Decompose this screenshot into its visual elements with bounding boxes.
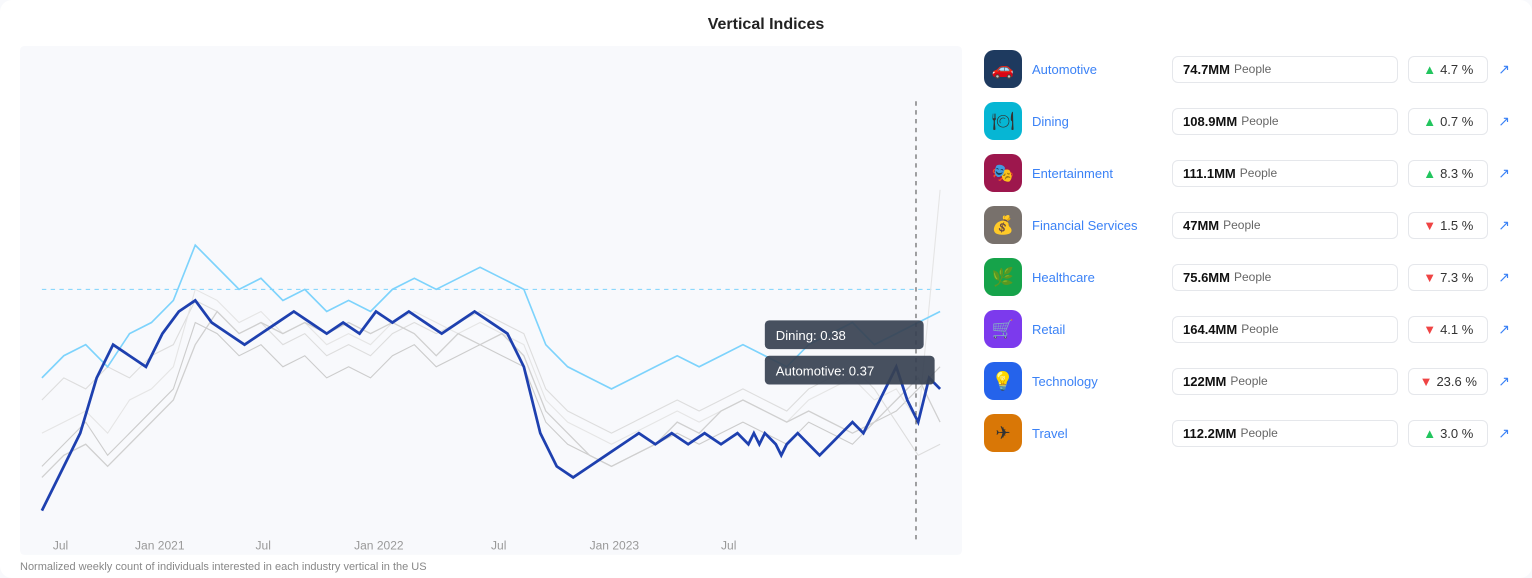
svg-text:Jul: Jul xyxy=(491,538,506,552)
external-link-icon[interactable]: ↗ xyxy=(1498,165,1510,182)
change-value: 23.6 % xyxy=(1436,374,1476,389)
metric-people: People xyxy=(1223,218,1260,232)
svg-text:Jan 2023: Jan 2023 xyxy=(590,538,640,552)
metric-people: People xyxy=(1241,322,1278,336)
industry-icon-dining: 🍽 xyxy=(984,102,1022,140)
sidebar-row: 🌿 Healthcare 75.6MM People ▼ 7.3 % ↗ xyxy=(982,254,1512,300)
change-value: 8.3 % xyxy=(1440,166,1473,181)
industry-link-dining[interactable]: Dining xyxy=(1032,114,1162,129)
metric-box: 164.4MM People xyxy=(1172,316,1398,343)
external-link-icon[interactable]: ↗ xyxy=(1498,61,1510,78)
sidebar-row: 💰 Financial Services 47MM People ▼ 1.5 %… xyxy=(982,202,1512,248)
arrow-down-icon: ▼ xyxy=(1420,374,1433,389)
metric-value: 74.7MM xyxy=(1183,62,1230,77)
change-box: ▼ 23.6 % xyxy=(1408,368,1488,395)
tooltip-dining-label: Dining: 0.38 xyxy=(776,328,846,343)
metric-box: 112.2MM People xyxy=(1172,420,1398,447)
industry-link-automotive[interactable]: Automotive xyxy=(1032,62,1162,77)
metric-box: 47MM People xyxy=(1172,212,1398,239)
external-link-icon[interactable]: ↗ xyxy=(1498,321,1510,338)
arrow-up-icon: ▲ xyxy=(1423,114,1436,129)
metric-people: People xyxy=(1240,166,1277,180)
change-value: 0.7 % xyxy=(1440,114,1473,129)
svg-text:Jan 2022: Jan 2022 xyxy=(354,538,404,552)
change-value: 7.3 % xyxy=(1440,270,1473,285)
change-value: 4.1 % xyxy=(1440,322,1473,337)
metric-value: 164.4MM xyxy=(1183,322,1237,337)
industry-icon-entertainment: 🎭 xyxy=(984,154,1022,192)
metric-box: 122MM People xyxy=(1172,368,1398,395)
metric-value: 47MM xyxy=(1183,218,1219,233)
sidebar: 🚗 Automotive 74.7MM People ▲ 4.7 % ↗ 🍽 D… xyxy=(982,46,1512,573)
industry-link-financial-services[interactable]: Financial Services xyxy=(1032,218,1162,233)
metric-box: 111.1MM People xyxy=(1172,160,1398,187)
main-container: Vertical Indices xyxy=(0,0,1532,578)
svg-text:Jul: Jul xyxy=(721,538,736,552)
sidebar-row: 🛒 Retail 164.4MM People ▼ 4.1 % ↗ xyxy=(982,306,1512,352)
change-box: ▲ 0.7 % xyxy=(1408,108,1488,135)
arrow-up-icon: ▲ xyxy=(1423,166,1436,181)
arrow-up-icon: ▲ xyxy=(1423,426,1436,441)
metric-box: 108.9MM People xyxy=(1172,108,1398,135)
tooltip-automotive: Automotive: 0.37 xyxy=(765,356,935,385)
change-box: ▼ 7.3 % xyxy=(1408,264,1488,291)
external-link-icon[interactable]: ↗ xyxy=(1498,373,1510,390)
metric-value: 111.1MM xyxy=(1183,166,1236,181)
change-box: ▼ 4.1 % xyxy=(1408,316,1488,343)
svg-text:Jul: Jul xyxy=(256,538,271,552)
arrow-down-icon: ▼ xyxy=(1423,218,1436,233)
metric-box: 75.6MM People xyxy=(1172,264,1398,291)
change-value: 3.0 % xyxy=(1440,426,1473,441)
external-link-icon[interactable]: ↗ xyxy=(1498,217,1510,234)
sidebar-row: 🎭 Entertainment 111.1MM People ▲ 8.3 % ↗ xyxy=(982,150,1512,196)
change-value: 4.7 % xyxy=(1440,62,1473,77)
metric-people: People xyxy=(1234,270,1271,284)
change-box: ▲ 8.3 % xyxy=(1408,160,1488,187)
metric-people: People xyxy=(1230,374,1267,388)
external-link-icon[interactable]: ↗ xyxy=(1498,269,1510,286)
change-value: 1.5 % xyxy=(1440,218,1473,233)
sidebar-row: 🚗 Automotive 74.7MM People ▲ 4.7 % ↗ xyxy=(982,46,1512,92)
arrow-down-icon: ▼ xyxy=(1423,270,1436,285)
chart-footnote: Normalized weekly count of individuals i… xyxy=(20,561,962,573)
arrow-up-icon: ▲ xyxy=(1423,62,1436,77)
tooltip-dining: Dining: 0.38 xyxy=(765,320,924,349)
main-content: Dining: 0.38 Automotive: 0.37 Jul Jan 20… xyxy=(20,46,1512,573)
sidebar-row: 🍽 Dining 108.9MM People ▲ 0.7 % ↗ xyxy=(982,98,1512,144)
change-box: ▼ 1.5 % xyxy=(1408,212,1488,239)
metric-value: 112.2MM xyxy=(1183,426,1236,441)
chart-wrapper: Dining: 0.38 Automotive: 0.37 Jul Jan 20… xyxy=(20,46,962,555)
external-link-icon[interactable]: ↗ xyxy=(1498,113,1510,130)
industry-link-retail[interactable]: Retail xyxy=(1032,322,1162,337)
industry-icon-technology: 💡 xyxy=(984,362,1022,400)
change-box: ▲ 3.0 % xyxy=(1408,420,1488,447)
sidebar-row: ✈ Travel 112.2MM People ▲ 3.0 % ↗ xyxy=(982,410,1512,456)
change-box: ▲ 4.7 % xyxy=(1408,56,1488,83)
industry-icon-travel: ✈ xyxy=(984,414,1022,452)
industry-icon-retail: 🛒 xyxy=(984,310,1022,348)
metric-people: People xyxy=(1234,62,1271,76)
industry-link-technology[interactable]: Technology xyxy=(1032,374,1162,389)
industry-link-travel[interactable]: Travel xyxy=(1032,426,1162,441)
industry-link-healthcare[interactable]: Healthcare xyxy=(1032,270,1162,285)
metric-value: 75.6MM xyxy=(1183,270,1230,285)
page-title: Vertical Indices xyxy=(20,16,1512,34)
svg-text:Jan 2021: Jan 2021 xyxy=(135,538,185,552)
sidebar-row: 💡 Technology 122MM People ▼ 23.6 % ↗ xyxy=(982,358,1512,404)
metric-box: 74.7MM People xyxy=(1172,56,1398,83)
industry-icon-healthcare: 🌿 xyxy=(984,258,1022,296)
metric-people: People xyxy=(1240,426,1277,440)
tooltip-automotive-label: Automotive: 0.37 xyxy=(776,364,874,379)
metric-value: 108.9MM xyxy=(1183,114,1237,129)
metric-value: 122MM xyxy=(1183,374,1226,389)
industry-icon-financial-services: 💰 xyxy=(984,206,1022,244)
external-link-icon[interactable]: ↗ xyxy=(1498,425,1510,442)
industry-icon-automotive: 🚗 xyxy=(984,50,1022,88)
chart-area: Dining: 0.38 Automotive: 0.37 Jul Jan 20… xyxy=(20,46,962,573)
svg-text:Jul: Jul xyxy=(53,538,68,552)
arrow-down-icon: ▼ xyxy=(1423,322,1436,337)
industry-link-entertainment[interactable]: Entertainment xyxy=(1032,166,1162,181)
chart-svg: Dining: 0.38 Automotive: 0.37 Jul Jan 20… xyxy=(20,46,962,555)
metric-people: People xyxy=(1241,114,1278,128)
